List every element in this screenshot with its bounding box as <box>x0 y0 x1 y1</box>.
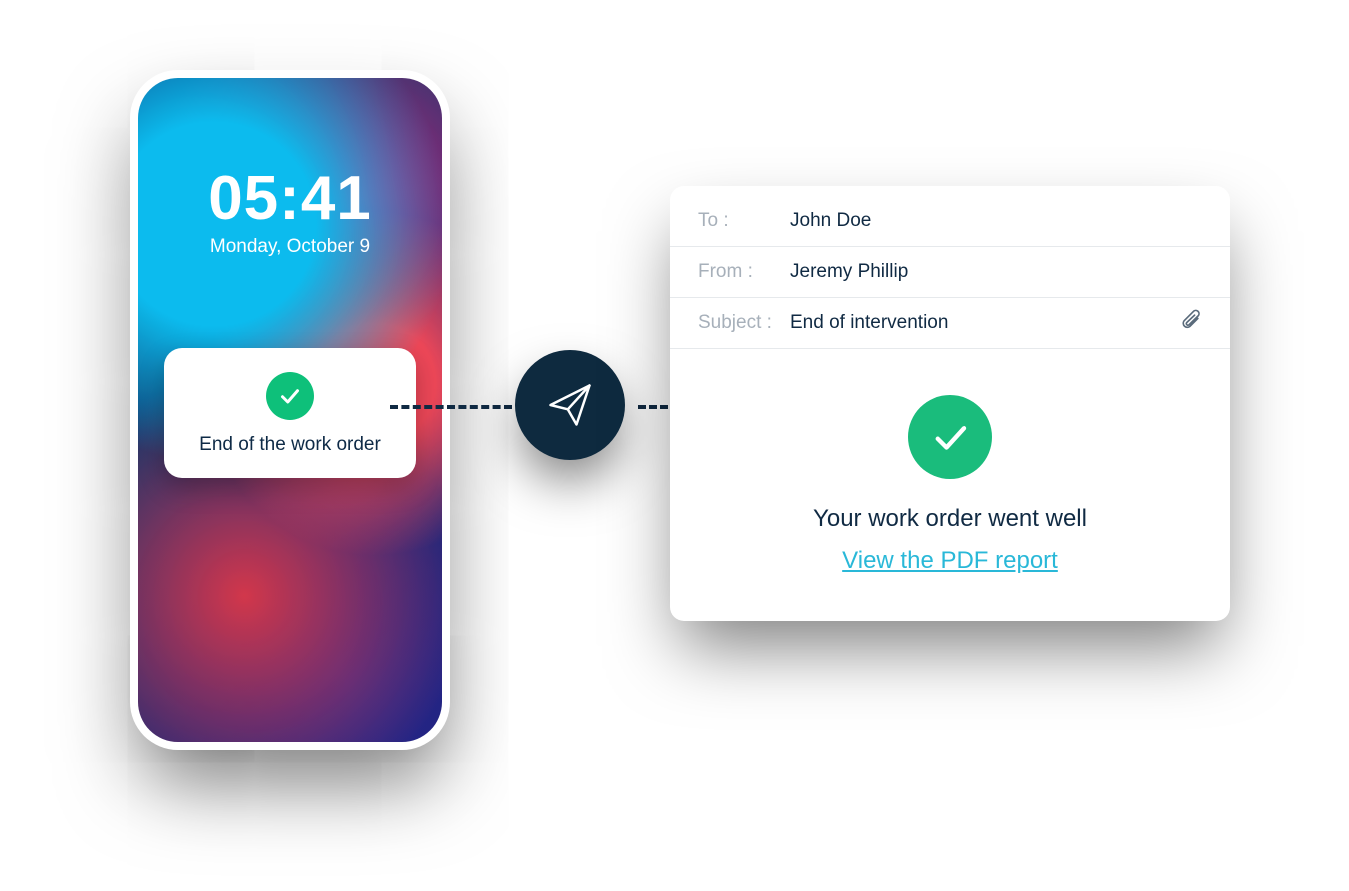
email-from-label: From : <box>698 261 790 283</box>
phone-mockup: 05:41 Monday, October 9 End of the work … <box>130 70 450 750</box>
phone-screen: 05:41 Monday, October 9 End of the work … <box>138 78 442 742</box>
lockscreen-clock-block: 05:41 Monday, October 9 <box>138 78 442 258</box>
email-to-value: John Doe <box>790 210 871 232</box>
email-from-row: From : Jeremy Phillip <box>670 247 1230 298</box>
email-to-row: To : John Doe <box>670 196 1230 247</box>
email-subject-label: Subject : <box>698 312 790 334</box>
email-to-label: To : <box>698 210 790 232</box>
paperclip-icon[interactable] <box>1180 307 1206 339</box>
clock-time: 05:41 <box>138 168 442 230</box>
view-pdf-link[interactable]: View the PDF report <box>842 547 1058 574</box>
paper-plane-icon <box>515 350 625 460</box>
email-body: Your work order went well View the PDF r… <box>670 349 1230 575</box>
email-subject-value: End of intervention <box>790 312 948 334</box>
email-subject-row: Subject : End of intervention <box>670 298 1230 349</box>
email-card: To : John Doe From : Jeremy Phillip Subj… <box>670 186 1230 621</box>
check-icon <box>266 372 314 420</box>
check-icon <box>908 395 992 479</box>
notification-card[interactable]: End of the work order <box>164 348 416 478</box>
clock-date: Monday, October 9 <box>138 236 442 258</box>
notification-text: End of the work order <box>184 434 396 456</box>
email-message: Your work order went well <box>670 505 1230 533</box>
email-from-value: Jeremy Phillip <box>790 261 908 283</box>
